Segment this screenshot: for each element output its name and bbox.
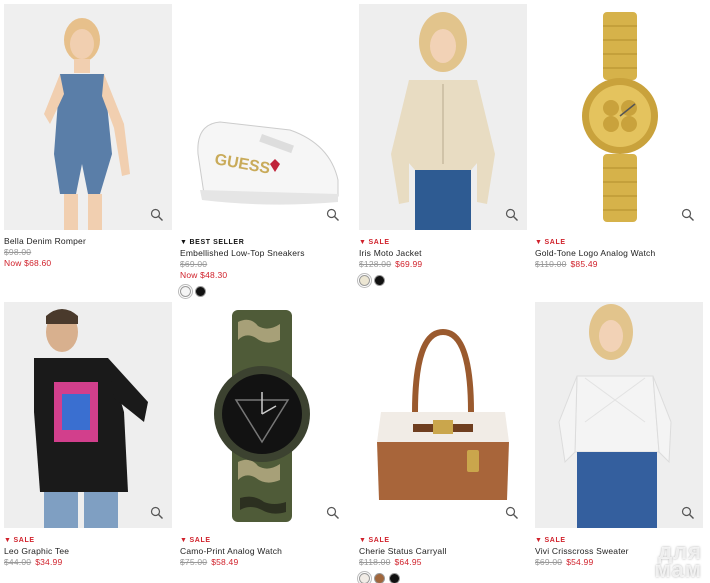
swatch-black[interactable]	[389, 573, 400, 583]
zoom-icon[interactable]	[505, 208, 519, 222]
sale-price: $64.95	[394, 557, 422, 567]
sale-price: Now $48.30	[180, 270, 228, 280]
product-card-embellished-sneakers[interactable]: GUESS ▼ BEST SELLER Embellished Low-Top S…	[180, 4, 352, 297]
product-card-iris-moto-jacket[interactable]: ▼ SALE Iris Moto Jacket $128.00 $69.99	[359, 4, 531, 286]
sale-price: $58.49	[211, 557, 239, 567]
sale-badge: ▼ SALE	[359, 537, 390, 544]
product-image[interactable]	[535, 4, 703, 230]
color-swatches	[359, 573, 531, 583]
sale-price: $54.99	[566, 557, 594, 567]
product-name[interactable]: Bella Denim Romper	[4, 236, 176, 247]
product-image[interactable]	[359, 4, 527, 230]
original-price: $118.00	[359, 557, 391, 567]
swatch-black[interactable]	[374, 275, 385, 286]
watermark-logo: для мам	[654, 539, 702, 582]
product-card-bella-denim-romper[interactable]: Bella Denim Romper $98.00 Now $68.60	[4, 4, 176, 269]
product-image[interactable]: GUESS	[180, 4, 348, 230]
tee-photo-icon	[4, 302, 172, 528]
sale-price: $34.99	[35, 557, 63, 567]
sweater-photo-icon	[535, 302, 703, 528]
sneaker-photo-icon: GUESS	[180, 4, 348, 230]
product-card-vivi-sweater[interactable]: ▼ SALE Vivi Crisscross Sweater $69.00 $54.…	[535, 302, 707, 568]
camo-watch-photo-icon	[180, 302, 348, 528]
zoom-icon[interactable]	[505, 506, 519, 520]
sale-badge: ▼ SALE	[535, 537, 566, 544]
zoom-icon[interactable]	[326, 208, 340, 222]
product-grid: Bella Denim Romper $98.00 Now $68.60 GUE…	[0, 0, 710, 583]
original-price: $69.00	[535, 557, 563, 567]
gold-watch-photo-icon	[535, 4, 703, 230]
swatch-cream[interactable]	[359, 275, 370, 286]
original-price: $44.00	[4, 557, 32, 567]
product-name[interactable]: Camo-Print Analog Watch	[180, 546, 352, 557]
price-block: $69.00 $54.99	[535, 557, 593, 567]
product-image[interactable]	[4, 4, 172, 230]
sale-price: Now $68.60	[4, 258, 52, 268]
zoom-icon[interactable]	[681, 208, 695, 222]
price-block: $98.00 Now $68.60	[4, 247, 176, 269]
original-price: $75.00	[180, 557, 208, 567]
price-block: $75.00 $58.49	[180, 557, 238, 567]
zoom-icon[interactable]	[326, 506, 340, 520]
product-card-leo-graphic-tee[interactable]: ▼ SALE Leo Graphic Tee $44.00 $34.99	[4, 302, 176, 568]
sale-badge: ▼ SALE	[535, 239, 566, 246]
product-name[interactable]: Cherie Status Carryall	[359, 546, 531, 557]
sale-badge: ▼ SALE	[359, 239, 390, 246]
swatch-white[interactable]	[180, 286, 191, 297]
color-swatches	[359, 275, 531, 286]
romper-photo-icon	[4, 4, 172, 230]
original-price: $110.00	[535, 259, 567, 269]
product-card-camo-watch[interactable]: ▼ SALE Camo-Print Analog Watch $75.00 $58.…	[180, 302, 352, 568]
jacket-photo-icon	[359, 4, 527, 230]
product-image[interactable]	[180, 302, 348, 528]
swatch-cream[interactable]	[359, 573, 370, 583]
handbag-photo-icon	[359, 302, 527, 528]
color-swatches	[180, 286, 352, 297]
price-block: $110.00 $85.49	[535, 259, 598, 269]
product-name[interactable]: Iris Moto Jacket	[359, 248, 531, 259]
product-card-cherie-carryall[interactable]: ▼ SALE Cherie Status Carryall $118.00 $64.…	[359, 302, 531, 583]
best-seller-badge: ▼ BEST SELLER	[180, 239, 245, 246]
price-block: $118.00 $64.95	[359, 557, 422, 567]
price-block: $44.00 $34.99	[4, 557, 62, 567]
product-image[interactable]	[535, 302, 703, 528]
zoom-icon[interactable]	[681, 506, 695, 520]
product-card-gold-watch[interactable]: ▼ SALE Gold-Tone Logo Analog Watch $110.0…	[535, 4, 707, 270]
price-block: $69.00 Now $48.30	[180, 259, 352, 281]
sale-price: $85.49	[570, 259, 598, 269]
sale-price: $69.99	[395, 259, 423, 269]
original-price: $69.00	[180, 259, 208, 269]
sale-badge: ▼ SALE	[4, 537, 35, 544]
price-block: $128.00 $69.99	[359, 259, 422, 269]
product-name[interactable]: Gold-Tone Logo Analog Watch	[535, 248, 707, 259]
product-name[interactable]: Leo Graphic Tee	[4, 546, 176, 557]
swatch-cognac[interactable]	[374, 573, 385, 583]
product-name[interactable]: Embellished Low-Top Sneakers	[180, 248, 352, 259]
product-image[interactable]	[4, 302, 172, 528]
original-price: $128.00	[359, 259, 392, 269]
zoom-icon[interactable]	[150, 208, 164, 222]
product-image[interactable]	[359, 302, 527, 528]
zoom-icon[interactable]	[150, 506, 164, 520]
swatch-black[interactable]	[195, 286, 206, 297]
sale-badge: ▼ SALE	[180, 537, 211, 544]
original-price: $98.00	[4, 247, 32, 257]
